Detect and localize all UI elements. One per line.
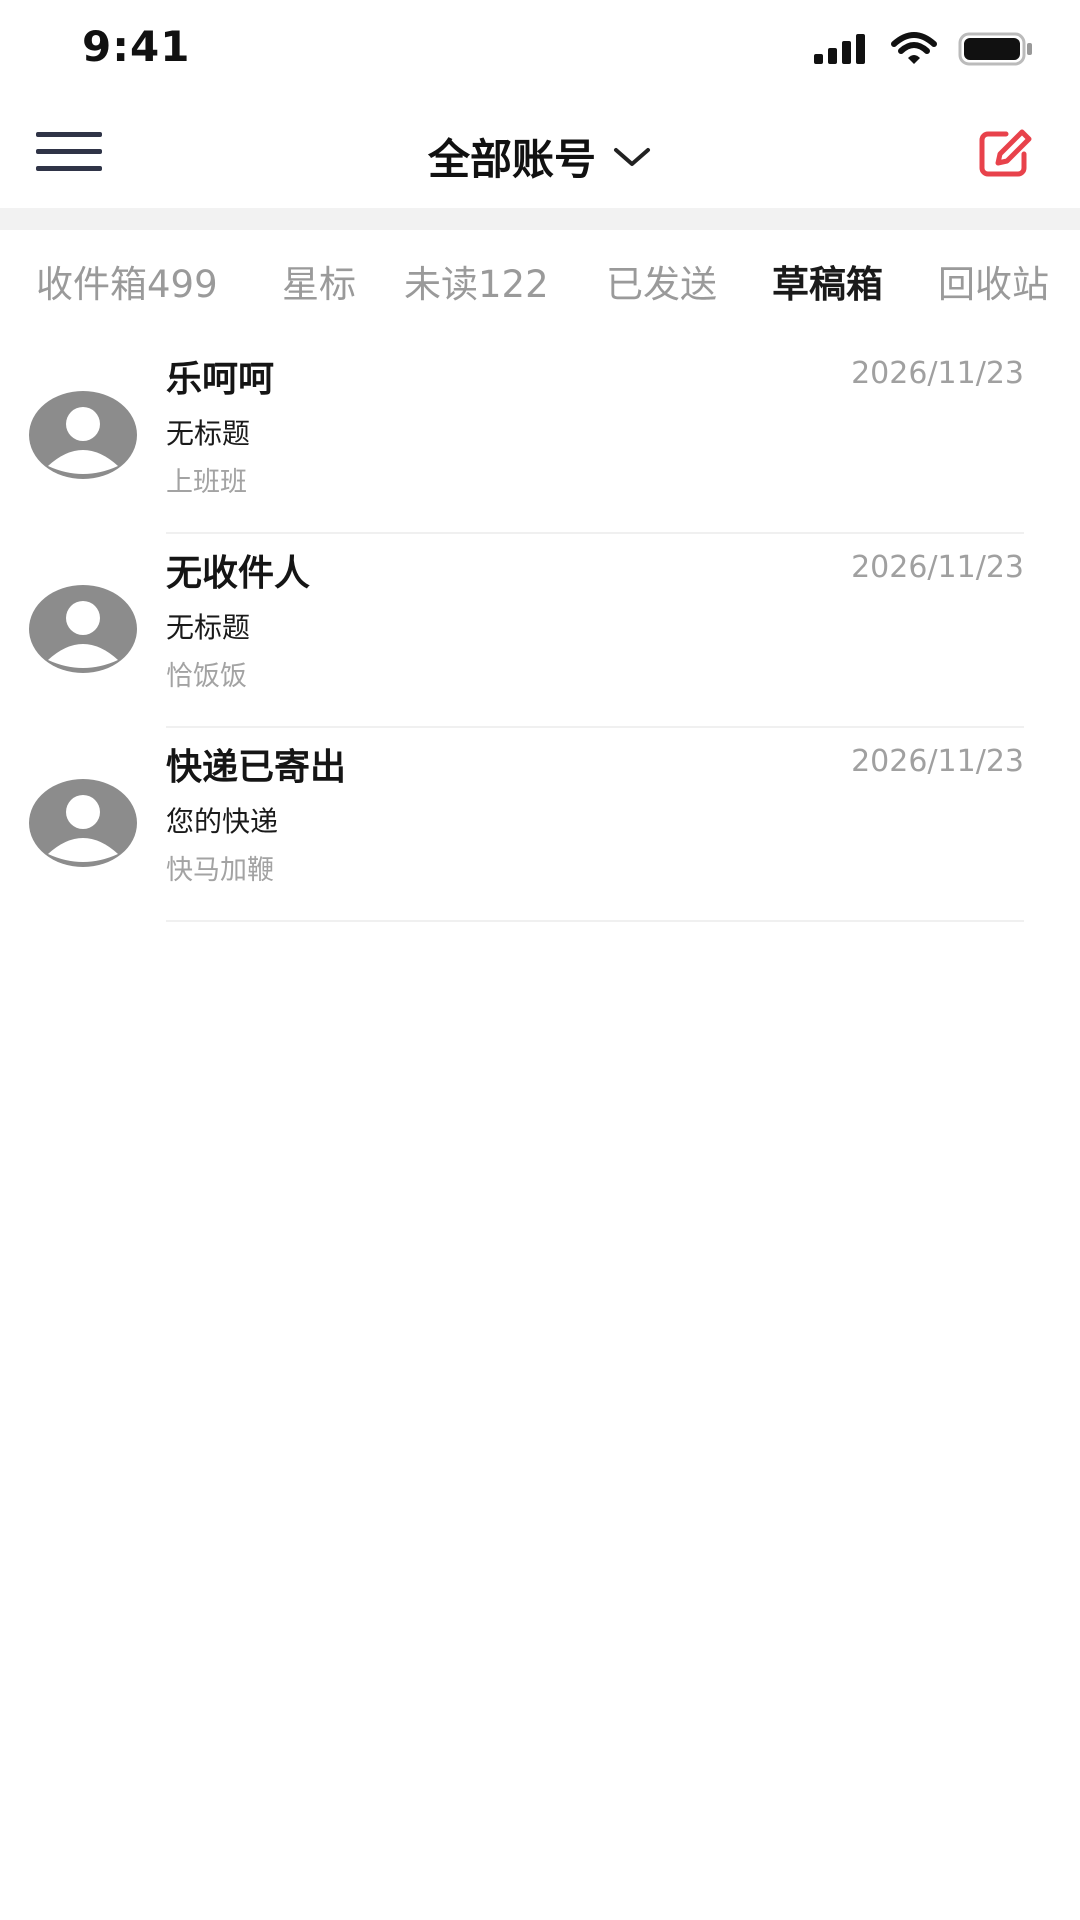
tab-inbox[interactable]: 收件箱499 [36, 254, 218, 308]
battery-icon [958, 32, 1032, 66]
mail-list: 乐呵呵 2026/11/23 无标题 上班班 无收件人 2026/11/23 无… [0, 340, 1080, 922]
nav-bar: 全部账号 [0, 98, 1080, 208]
header-separator [0, 208, 1080, 230]
menu-icon[interactable] [36, 130, 102, 174]
tab-starred[interactable]: 星标 [282, 254, 356, 308]
account-title: 全部账号 [427, 135, 596, 184]
row-divider [166, 920, 1024, 922]
mail-list-item[interactable]: 乐呵呵 2026/11/23 无标题 上班班 [0, 340, 1080, 534]
mail-list-item[interactable]: 无收件人 2026/11/23 无标题 恰饭饭 [0, 534, 1080, 728]
wifi-icon [891, 32, 937, 64]
mail-date: 2026/11/23 [851, 744, 1024, 779]
mail-sender: 快递已寄出 [166, 747, 347, 788]
status-icons [814, 32, 1034, 66]
mail-subject: 您的快递 [166, 805, 279, 838]
mail-date: 2026/11/23 [851, 550, 1024, 585]
avatar-icon [29, 391, 137, 479]
mail-preview: 恰饭饭 [166, 661, 247, 692]
tab-sent[interactable]: 已发送 [606, 254, 717, 308]
mail-sender: 乐呵呵 [166, 359, 275, 400]
folder-tabs: 收件箱499 星标 未读122 已发送 草稿箱 回收站 [0, 230, 1080, 330]
mail-subject: 无标题 [166, 417, 251, 450]
status-time: 9:41 [82, 22, 191, 71]
tab-drafts[interactable]: 草稿箱 [772, 254, 883, 308]
cellular-signal-icon [814, 34, 865, 64]
compose-icon[interactable] [978, 128, 1034, 178]
mail-preview: 快马加鞭 [166, 855, 274, 886]
mail-subject: 无标题 [166, 611, 251, 644]
status-bar: 9:41 [0, 0, 1080, 98]
tab-trash[interactable]: 回收站 [938, 254, 1049, 308]
mail-preview: 上班班 [166, 467, 247, 498]
tab-unread[interactable]: 未读122 [404, 254, 549, 308]
account-switcher[interactable]: 全部账号 [380, 126, 700, 187]
avatar-icon [29, 585, 137, 673]
chevron-down-icon [614, 147, 650, 166]
mail-date: 2026/11/23 [851, 356, 1024, 391]
avatar-icon [29, 779, 137, 867]
mail-sender: 无收件人 [166, 553, 311, 594]
mail-list-item[interactable]: 快递已寄出 2026/11/23 您的快递 快马加鞭 [0, 728, 1080, 922]
